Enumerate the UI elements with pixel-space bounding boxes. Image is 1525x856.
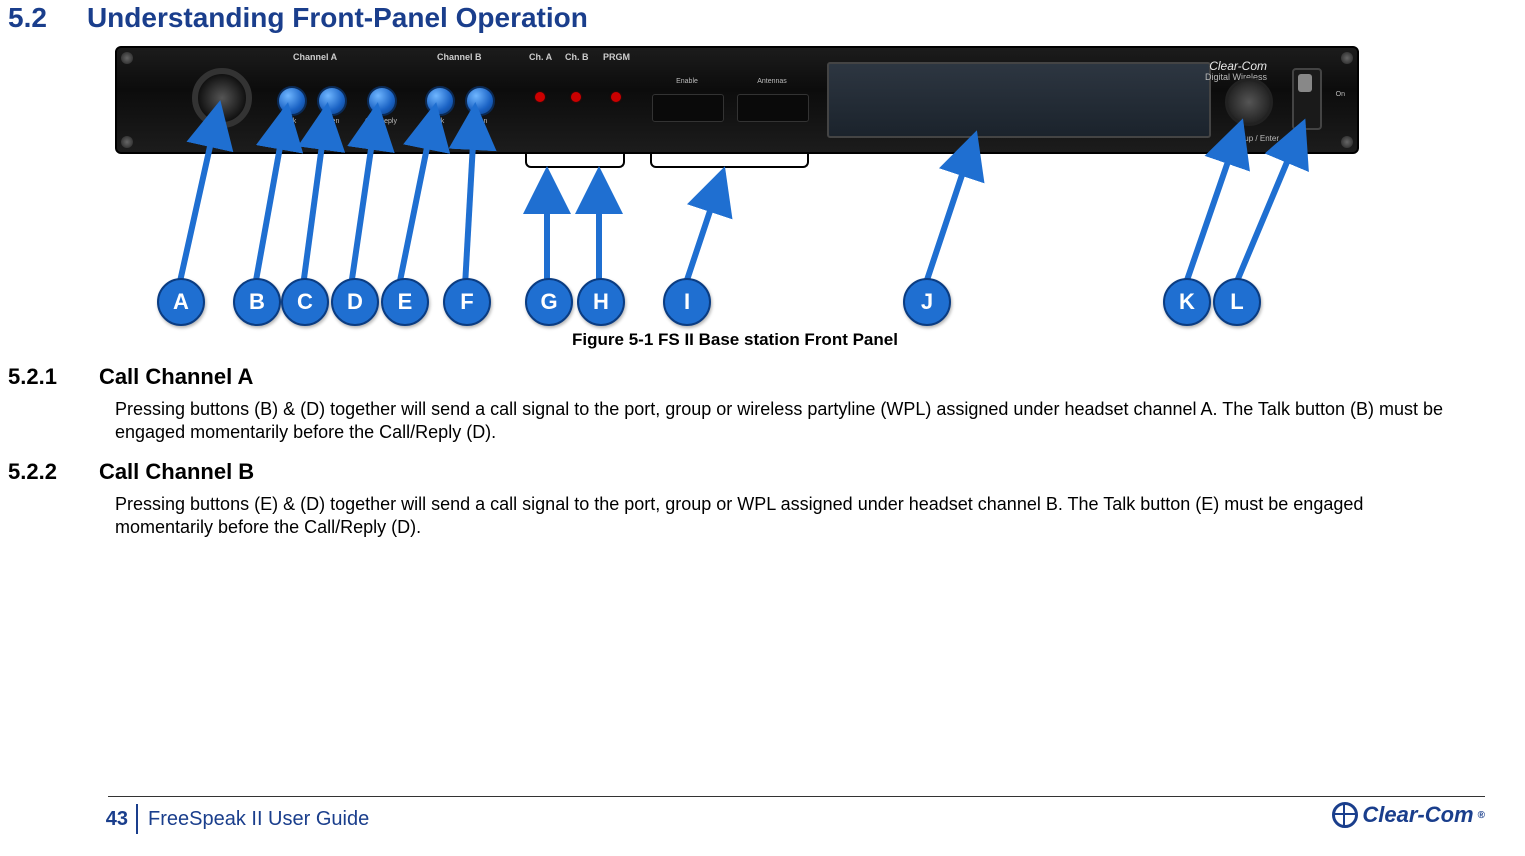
switch-on-label: On [1327, 64, 1345, 126]
figure-block: Headset Channel A Talk Listen Call/Reply… [115, 46, 1395, 350]
listen-a-button [317, 86, 347, 116]
enable-label: Enable [652, 78, 722, 85]
subsection-title: Call Channel B [99, 459, 254, 485]
bracket-i [650, 152, 809, 168]
talk-b-button [425, 86, 455, 116]
listen-a-label: Listen [313, 118, 347, 125]
figure-caption: Figure 5-1 FS II Base station Front Pane… [115, 330, 1355, 350]
setup-enter-label: Set up / Enter [1230, 134, 1279, 143]
headset-jack-icon [192, 68, 252, 128]
callout-i: I [663, 278, 711, 326]
talk-a-button [277, 86, 307, 116]
call-reply-button [367, 86, 397, 116]
subsection-5-2-2: 5.2.2 Call Channel B Pressing buttons (E… [8, 459, 1525, 540]
callout-f: F [443, 278, 491, 326]
subsection-5-2-1: 5.2.1 Call Channel A Pressing buttons (B… [8, 364, 1525, 445]
footer-logo: Clear-Com® [1332, 802, 1485, 828]
clb-label: Ch. B [565, 52, 589, 62]
enable-switches [652, 94, 724, 122]
led-cla-icon [535, 92, 545, 102]
call-reply-label: Call/Reply [361, 118, 401, 125]
led-prgm-icon [611, 92, 621, 102]
section-title: Understanding Front-Panel Operation [87, 2, 588, 34]
callout-d: D [331, 278, 379, 326]
section-number: 5.2 [8, 2, 47, 34]
screw-icon [121, 136, 133, 148]
subsection-number: 5.2.2 [8, 459, 57, 485]
page-footer: 43 FreeSpeak II User Guide Clear-Com® [0, 796, 1525, 848]
callout-l: L [1213, 278, 1261, 326]
talk-a-label: Talk [273, 118, 307, 125]
screw-icon [1341, 52, 1353, 64]
bracket-gh [525, 152, 625, 168]
subsection-body: Pressing buttons (E) & (D) together will… [115, 493, 1465, 540]
page-number: 43 [86, 804, 138, 834]
screw-icon [1341, 136, 1353, 148]
lcd-display [827, 62, 1211, 138]
footer-title: FreeSpeak II User Guide [148, 804, 369, 834]
channel-a-label: Channel A [293, 52, 337, 62]
callout-a: A [157, 278, 205, 326]
brand-name: Clear-Com [1209, 59, 1267, 73]
antenna-switches [737, 94, 809, 122]
device-front-panel: Headset Channel A Talk Listen Call/Reply… [115, 46, 1359, 154]
cla-label: Ch. A [529, 52, 552, 62]
power-switch [1292, 68, 1322, 130]
screw-icon [121, 52, 133, 64]
callout-c: C [281, 278, 329, 326]
subsection-heading: 5.2.1 Call Channel A [8, 364, 1525, 390]
led-clb-icon [571, 92, 581, 102]
footer-rule [108, 796, 1485, 797]
listen-b-button [465, 86, 495, 116]
listen-b-label: Listen [461, 118, 495, 125]
footer-logo-text: Clear-Com [1362, 802, 1473, 828]
rotary-knob [1225, 78, 1273, 126]
callout-g: G [525, 278, 573, 326]
callout-h: H [577, 278, 625, 326]
subsection-body: Pressing buttons (B) & (D) together will… [115, 398, 1465, 445]
callout-b: B [233, 278, 281, 326]
callout-j: J [903, 278, 951, 326]
headset-label: Headset [197, 134, 227, 143]
talk-b-label: Talk [421, 118, 455, 125]
subsection-heading: 5.2.2 Call Channel B [8, 459, 1525, 485]
antennas-label: Antennas [737, 78, 807, 85]
globe-icon [1332, 802, 1358, 828]
section-heading: 5.2 Understanding Front-Panel Operation [0, 0, 1525, 34]
subsection-number: 5.2.1 [8, 364, 57, 390]
subsection-title: Call Channel A [99, 364, 253, 390]
channel-b-label: Channel B [437, 52, 482, 62]
callout-k: K [1163, 278, 1211, 326]
callout-e: E [381, 278, 429, 326]
prgm-label: PRGM [603, 52, 630, 62]
